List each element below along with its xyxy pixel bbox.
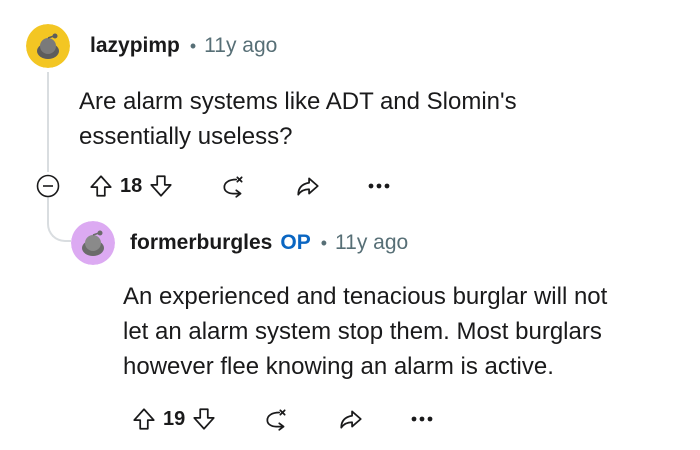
- vote-count: 19: [163, 407, 186, 430]
- award-icon[interactable]: [263, 406, 289, 432]
- minus-circle-icon[interactable]: [36, 174, 60, 198]
- comment-meta: lazypimp • 11y ago: [90, 34, 277, 58]
- share-icon[interactable]: [294, 173, 322, 199]
- comment-actions: 19: [131, 402, 435, 436]
- avatar[interactable]: [26, 24, 70, 68]
- more-dots-icon[interactable]: [366, 181, 392, 191]
- vote-count: 18: [120, 174, 143, 197]
- comment-meta: formerburgles OP • 11y ago: [130, 231, 408, 255]
- meta-separator: •: [320, 232, 328, 253]
- arrow-down-icon[interactable]: [148, 173, 174, 199]
- arrow-up-icon[interactable]: [131, 406, 157, 432]
- arrow-up-icon[interactable]: [88, 173, 114, 199]
- thread-branch-line: [47, 196, 71, 242]
- op-badge: OP: [280, 231, 311, 254]
- author-name[interactable]: lazypimp: [90, 34, 180, 58]
- comment-body-line: let an alarm system stop them. Most burg…: [123, 318, 602, 345]
- more-dots-icon[interactable]: [409, 414, 435, 424]
- comment-body: Are alarm systems like ADT and Slomin's …: [79, 84, 517, 154]
- comment-body-line: Are alarm systems like ADT and Slomin's: [79, 88, 517, 115]
- comment-body-line: An experienced and tenacious burglar wil…: [123, 283, 608, 310]
- award-icon[interactable]: [220, 173, 246, 199]
- meta-separator: •: [189, 35, 197, 56]
- author-name[interactable]: formerburgles: [130, 231, 272, 255]
- comment-body-line: however flee knowing an alarm is active.: [123, 353, 554, 380]
- thread-line: [47, 72, 49, 172]
- share-icon[interactable]: [337, 406, 365, 432]
- comment-actions: 18: [88, 169, 392, 203]
- timestamp[interactable]: 11y ago: [335, 231, 408, 255]
- comment-body-line: essentially useless?: [79, 123, 293, 150]
- comment-body: An experienced and tenacious burglar wil…: [123, 279, 607, 384]
- avatar[interactable]: [71, 221, 115, 265]
- arrow-down-icon[interactable]: [191, 406, 217, 432]
- timestamp[interactable]: 11y ago: [204, 34, 277, 58]
